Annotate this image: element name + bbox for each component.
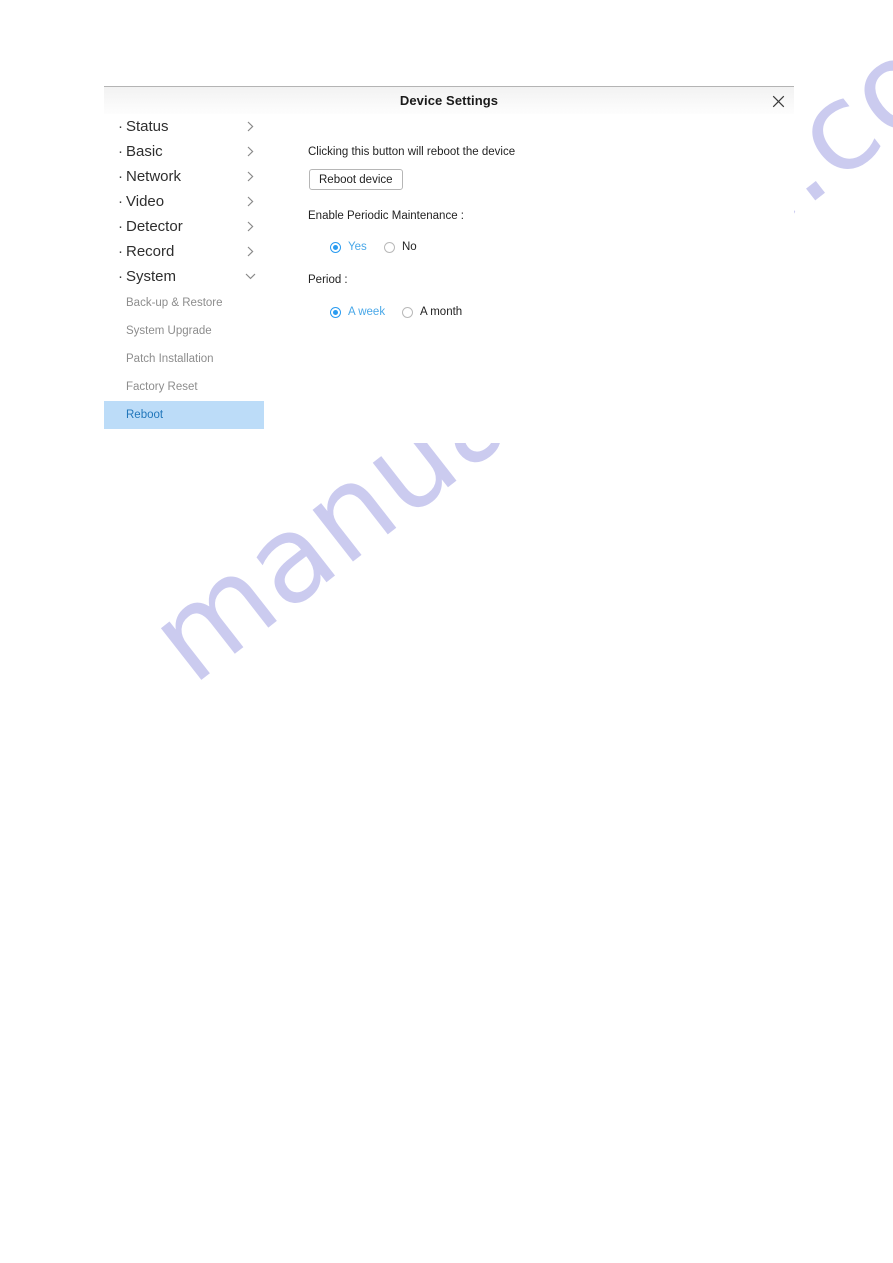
sidebar-item-record[interactable]: · Record [104,239,264,264]
sidebar-item-status[interactable]: · Status [104,114,264,139]
sidebar-subitem-label: Reboot [126,409,164,421]
sidebar-item-basic[interactable]: · Basic [104,139,264,164]
radio-mark-icon [330,241,341,253]
radio-maintenance-yes[interactable]: Yes [330,239,367,255]
close-icon[interactable] [768,91,788,111]
chevron-right-icon [244,164,256,189]
sidebar-subitem-label: System Upgrade [126,325,212,337]
radio-label: No [402,241,417,253]
radio-label: A month [420,306,463,318]
sidebar-subitem-patch-installation[interactable]: Patch Installation [104,345,264,373]
chevron-right-icon [244,189,256,214]
settings-content-pane: Clicking this button will reboot the dev… [308,114,794,443]
radio-maintenance-no[interactable]: No [384,239,417,255]
bullet-icon: · [118,143,123,160]
radio-mark-icon [402,306,413,318]
reboot-hint-text: Clicking this button will reboot the dev… [308,146,516,158]
bullet-icon: · [118,118,123,135]
sidebar-subitem-reboot[interactable]: Reboot [104,401,264,429]
radio-period-a-month[interactable]: A month [402,304,462,320]
sidebar-subitem-label: Back-up & Restore [126,297,223,309]
sidebar-item-label: Status [126,118,169,135]
device-settings-dialog: Device Settings · Status · Basic · Netwo… [104,86,794,443]
radio-period-a-week[interactable]: A week [330,304,385,320]
chevron-right-icon [244,139,256,164]
settings-sidebar: · Status · Basic · Network · Video · Det… [104,114,264,443]
sidebar-item-detector[interactable]: · Detector [104,214,264,239]
reboot-device-button[interactable]: Reboot device [309,169,403,190]
sidebar-subitem-factory-reset[interactable]: Factory Reset [104,373,264,401]
sidebar-item-label: Detector [126,218,183,235]
sidebar-item-system[interactable]: · System [104,264,264,289]
bullet-icon: · [118,268,123,285]
sidebar-subitem-label: Factory Reset [126,381,198,393]
dialog-titlebar: Device Settings [104,86,794,114]
sidebar-item-label: Basic [126,143,163,160]
sidebar-subitem-back-up-restore[interactable]: Back-up & Restore [104,289,264,317]
chevron-right-icon [244,214,256,239]
radio-label: Yes [348,241,367,253]
bullet-icon: · [118,243,123,260]
bullet-icon: · [118,168,123,185]
chevron-right-icon [244,239,256,264]
sidebar-item-network[interactable]: · Network [104,164,264,189]
sidebar-subitem-system-upgrade[interactable]: System Upgrade [104,317,264,345]
bullet-icon: · [118,193,123,210]
page-title: Device Settings [399,93,499,108]
sidebar-item-label: Network [126,168,182,185]
bullet-icon: · [118,218,123,235]
sidebar-item-label: Record [126,243,175,260]
sidebar-item-label: System [126,268,177,285]
sidebar-item-label: Video [126,193,165,210]
radio-mark-icon [330,306,341,318]
radio-label: A week [348,306,386,318]
radio-mark-icon [384,241,395,253]
periodic-maintenance-label: Enable Periodic Maintenance : [308,210,464,222]
sidebar-subitem-label: Patch Installation [126,353,214,365]
period-label: Period : [308,274,348,286]
sidebar-item-video[interactable]: · Video [104,189,264,214]
chevron-down-icon [244,264,256,289]
chevron-right-icon [244,114,256,139]
